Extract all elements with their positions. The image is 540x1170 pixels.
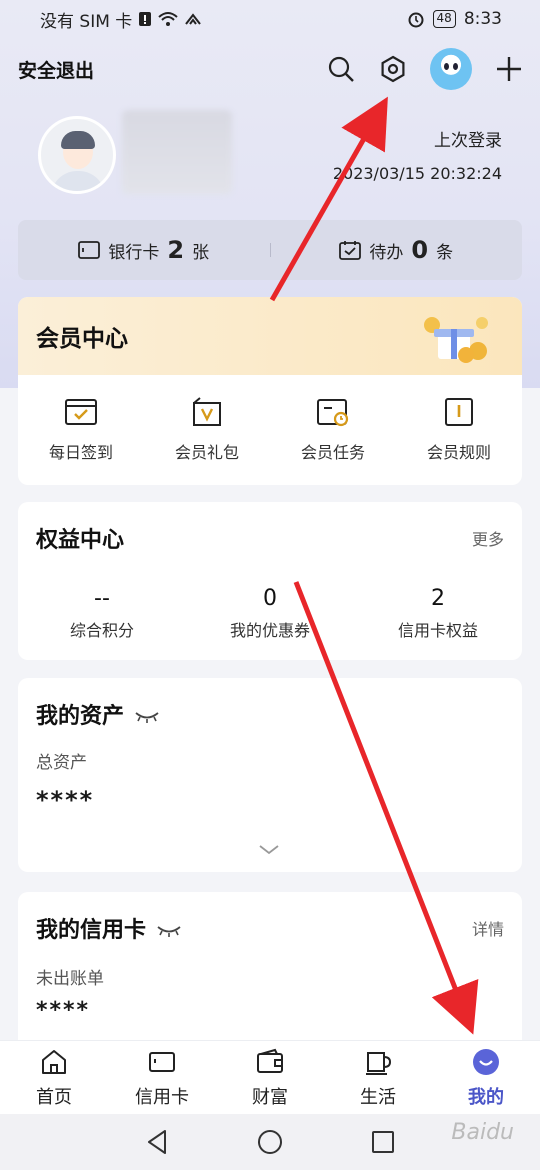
todo-unit: 条 xyxy=(436,242,454,263)
todo-count[interactable]: 待办 0 条 xyxy=(271,236,523,264)
settings-gear-icon[interactable] xyxy=(378,54,408,84)
points-label: 综合积分 xyxy=(69,621,134,640)
todo-icon xyxy=(339,241,362,260)
credit-rights-item[interactable]: 2 信用卡权益 xyxy=(354,586,522,641)
back-icon[interactable] xyxy=(145,1129,169,1155)
total-assets-label: 总资产 xyxy=(36,753,87,773)
member-gift-item[interactable]: 会员礼包 xyxy=(144,397,270,463)
rights-center-title: 权益中心 xyxy=(36,528,125,553)
tab-credit-card-label: 信用卡 xyxy=(135,1086,189,1108)
rules-book-icon xyxy=(445,398,473,426)
member-center-card: 会员中心 每日签到 会员礼包 会员任务 会员规则 xyxy=(18,297,522,485)
recent-apps-icon[interactable] xyxy=(371,1130,395,1154)
total-assets-value: **** xyxy=(36,786,95,814)
baidu-watermark: Baidu xyxy=(451,1120,514,1145)
card-icon xyxy=(149,1051,175,1072)
credit-rights-value: 2 xyxy=(431,586,445,611)
unbilled-label: 未出账单 xyxy=(36,969,104,989)
me-icon xyxy=(473,1048,499,1075)
credit-rights-label: 信用卡权益 xyxy=(397,621,478,640)
last-login-label: 上次登录 xyxy=(434,131,502,151)
todo-label: 待办 xyxy=(369,242,404,263)
add-icon[interactable] xyxy=(494,54,524,84)
eye-closed-icon[interactable] xyxy=(134,710,160,724)
alarm-icon xyxy=(408,12,424,28)
battery-indicator: 48 xyxy=(432,10,456,28)
clock: 8:33 xyxy=(463,9,502,29)
gift-bag-icon xyxy=(193,397,221,426)
coupons-value: 0 xyxy=(263,586,277,611)
credit-card-title: 我的信用卡 xyxy=(36,912,182,944)
points-value: -- xyxy=(94,586,110,611)
cup-icon xyxy=(366,1051,392,1075)
member-center-title: 会员中心 xyxy=(36,326,128,352)
nfc-icon xyxy=(185,13,202,25)
tab-life-label: 生活 xyxy=(360,1086,396,1108)
gift-coins-icon xyxy=(424,317,488,363)
bank-card-count[interactable]: 银行卡 2 张 xyxy=(18,236,270,264)
account-stats-bar: 银行卡 2 张 待办 0 条 xyxy=(18,220,522,280)
sim-alert-icon xyxy=(139,12,152,26)
member-gift-label: 会员礼包 xyxy=(174,443,239,462)
rights-center-card: 权益中心 更多 -- 综合积分 0 我的优惠券 2 信用卡权益 xyxy=(18,502,522,660)
tab-credit-card[interactable]: 信用卡 xyxy=(108,1041,216,1114)
credit-card-card: 我的信用卡 详情 未出账单 **** xyxy=(18,892,522,1052)
chevron-down-icon[interactable] xyxy=(258,844,280,856)
assets-title: 我的资产 xyxy=(36,698,160,730)
daily-checkin-item[interactable]: 每日签到 xyxy=(18,397,144,463)
last-login-time: 2023/03/15 20:32:24 xyxy=(332,164,502,183)
daily-checkin-label: 每日签到 xyxy=(48,443,113,462)
wallet-icon xyxy=(257,1048,283,1073)
carrier-text: 没有 SIM 卡 xyxy=(40,11,133,32)
mascot-avatar-icon[interactable] xyxy=(430,48,472,90)
eye-closed-icon[interactable] xyxy=(156,924,182,938)
points-item[interactable]: -- 综合积分 xyxy=(18,586,186,641)
bank-card-value: 2 xyxy=(167,236,185,264)
coupons-item[interactable]: 0 我的优惠券 xyxy=(186,586,354,641)
tab-home-label: 首页 xyxy=(36,1086,72,1108)
home-circle-icon[interactable] xyxy=(257,1129,283,1155)
bank-card-icon xyxy=(78,241,101,259)
rights-more-link[interactable]: 更多 xyxy=(472,526,504,550)
tab-me[interactable]: 我的 xyxy=(432,1041,540,1114)
unbilled-value: **** xyxy=(36,998,91,1023)
member-rules-label: 会员规则 xyxy=(426,443,491,462)
search-icon[interactable] xyxy=(326,54,356,84)
member-task-label: 会员任务 xyxy=(300,443,365,462)
task-icon xyxy=(317,399,349,427)
assets-card: 我的资产 总资产 **** xyxy=(18,678,522,872)
member-center-header[interactable]: 会员中心 xyxy=(18,297,522,375)
tab-me-label: 我的 xyxy=(468,1086,504,1108)
coupons-label: 我的优惠券 xyxy=(229,621,310,640)
home-icon xyxy=(42,1049,66,1074)
tab-wealth[interactable]: 财富 xyxy=(216,1041,324,1114)
header-bar: 安全退出 xyxy=(0,46,540,92)
logout-button[interactable]: 安全退出 xyxy=(18,56,326,83)
bank-card-label: 银行卡 xyxy=(108,242,160,263)
checkin-icon xyxy=(65,399,97,425)
user-avatar[interactable] xyxy=(38,116,116,194)
status-bar: 没有 SIM 卡 48 8:33 xyxy=(0,0,540,38)
tab-wealth-label: 财富 xyxy=(252,1086,288,1108)
bank-card-unit: 张 xyxy=(192,242,210,263)
wifi-icon xyxy=(158,12,178,26)
tab-life[interactable]: 生活 xyxy=(324,1041,432,1114)
member-rules-item[interactable]: 会员规则 xyxy=(396,397,522,463)
tab-home[interactable]: 首页 xyxy=(0,1041,108,1114)
profile-section: 上次登录 2023/03/15 20:32:24 xyxy=(0,110,540,210)
credit-details-link[interactable]: 详情 xyxy=(472,916,504,940)
member-task-item[interactable]: 会员任务 xyxy=(270,397,396,463)
bottom-tab-bar: 首页 信用卡 财富 生活 我的 xyxy=(0,1040,540,1114)
todo-value: 0 xyxy=(411,236,429,264)
blurred-username xyxy=(122,110,232,194)
